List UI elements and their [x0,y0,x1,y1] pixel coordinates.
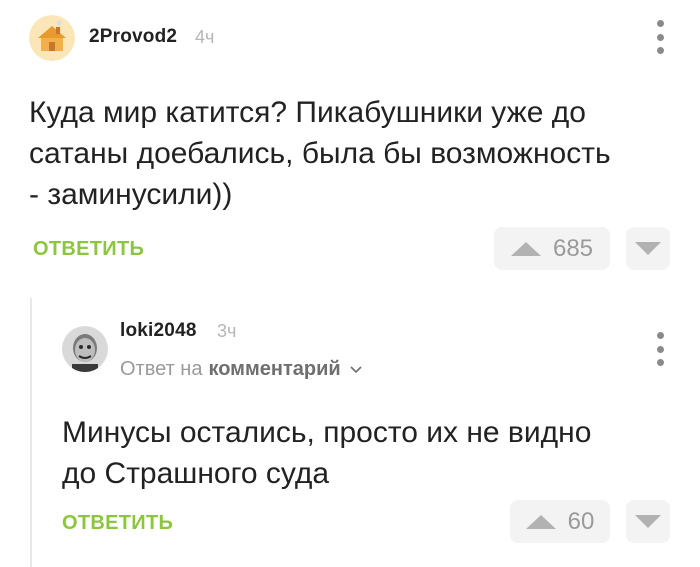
man-avatar-icon [62,326,108,372]
arrow-up-icon [525,514,556,529]
reply-to-link[interactable]: Ответ на комментарий [120,358,363,381]
house-avatar-icon [29,15,75,61]
comment-text-line: сатаны доебались, была бы возможность [29,137,611,170]
upvote-button[interactable]: 60 [510,500,610,543]
more-vertical-icon[interactable] [655,20,665,54]
downvote-button[interactable] [626,227,670,270]
chevron-down-icon [350,365,362,373]
comment-text-line: - заминусили)) [29,178,233,211]
reply-button[interactable]: ОТВЕТИТЬ [33,238,144,261]
avatar[interactable] [29,15,75,61]
arrow-down-icon [635,242,661,255]
arrow-down-icon [635,515,661,528]
reply-to-prefix: Ответ на [120,358,203,380]
comment-text-line: Минусы остались, просто их не видно [62,416,592,449]
username[interactable]: loki2048 [120,320,197,342]
reply-button[interactable]: ОТВЕТИТЬ [62,512,173,535]
arrow-up-icon [510,241,541,256]
comment-time: 3ч [217,321,237,341]
comment-text-line: до Страшного суда [62,457,330,490]
comment-time: 4ч [195,27,215,47]
username[interactable]: 2Provod2 [89,26,177,48]
comment-text-line: Куда мир катится? Пикабушники уже до [29,96,586,129]
more-vertical-icon[interactable] [655,332,665,366]
reply-to-target: комментарий [208,358,341,380]
comment-text: Минусы остались, просто их не видно до С… [62,412,672,494]
upvote-button[interactable]: 685 [494,227,610,270]
rating-count: 685 [552,234,594,262]
comment-text: Куда мир катится? Пикабушники уже до сат… [29,92,669,215]
rating-count: 60 [567,507,595,535]
downvote-button[interactable] [626,500,670,543]
avatar[interactable] [62,326,108,372]
thread-line [30,298,32,567]
